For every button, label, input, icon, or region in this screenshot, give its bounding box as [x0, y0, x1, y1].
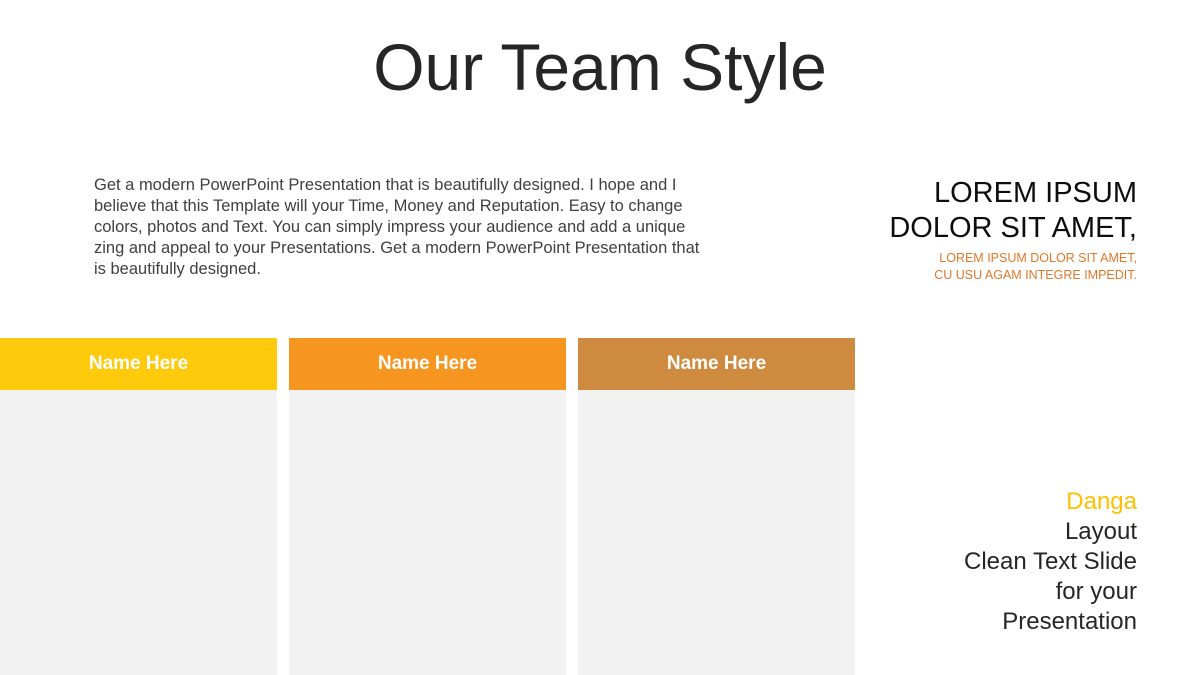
slide-canvas: Our Team Style Get a modern PowerPoint P… — [0, 0, 1200, 675]
side-subheading-line-1: LOREM IPSUM DOLOR SIT AMET, — [939, 251, 1137, 265]
side-bottom-accent: Danga — [1066, 488, 1137, 515]
team-card-3-body — [578, 390, 855, 675]
side-bottom-line-3: for your — [1055, 578, 1137, 605]
team-card-3-name: Name Here — [578, 338, 855, 390]
team-card-2: Name Here — [289, 338, 566, 675]
side-bottom-line-4: Presentation — [1002, 608, 1137, 635]
side-heading-line-1: LOREM IPSUM — [933, 177, 1137, 209]
side-bottom-text: Danga Layout Clean Text Slide for your P… — [877, 487, 1137, 637]
team-card-1-name: Name Here — [0, 338, 277, 390]
slide-title: Our Team Style — [373, 30, 827, 104]
team-card-2-body — [289, 390, 566, 675]
side-subheading: LOREM IPSUM DOLOR SIT AMET, CU USU AGAM … — [817, 250, 1137, 283]
side-bottom-line-2: Clean Text Slide — [964, 548, 1137, 575]
team-card-1-body — [0, 390, 277, 675]
side-heading: LOREM IPSUM DOLOR SIT AMET, — [837, 176, 1137, 246]
team-card-2-name: Name Here — [289, 338, 566, 390]
team-card-3: Name Here — [578, 338, 855, 675]
team-card-1: Name Here — [0, 338, 277, 675]
side-bottom-line-1: Layout — [1064, 518, 1137, 545]
side-heading-line-2: DOLOR SIT AMET, — [889, 212, 1137, 244]
side-subheading-line-2: CU USU AGAM INTEGRE IMPEDIT. — [934, 267, 1137, 282]
intro-paragraph: Get a modern PowerPoint Presentation tha… — [94, 176, 700, 278]
